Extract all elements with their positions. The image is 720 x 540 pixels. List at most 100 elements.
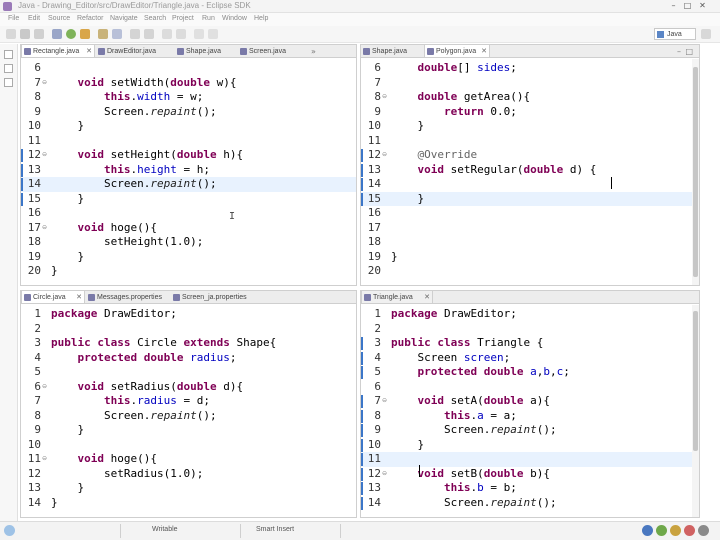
open-type-icon[interactable] bbox=[130, 29, 140, 39]
code-line[interactable]: 6 double[] sides; bbox=[361, 61, 699, 76]
print-icon[interactable] bbox=[34, 29, 44, 39]
code-line[interactable]: 12 ⊖ void setHeight(double h){ bbox=[21, 148, 356, 163]
code-line[interactable]: 11 ⊖ void hoge(){ bbox=[21, 452, 356, 467]
code-line[interactable]: 11 bbox=[21, 134, 356, 149]
code-line[interactable]: 15 } bbox=[21, 192, 356, 207]
code-line[interactable]: 7 ⊖ void setWidth(double w){ bbox=[21, 76, 356, 91]
maximize-pane-button[interactable]: □ bbox=[685, 45, 693, 57]
close-tab-icon[interactable]: ✕ bbox=[481, 45, 487, 57]
menu-refactor[interactable]: Refactor bbox=[77, 15, 103, 22]
close-tab-icon[interactable]: ✕ bbox=[76, 291, 82, 303]
code-line[interactable]: 5 bbox=[21, 365, 356, 380]
fold-toggle-icon[interactable]: ⊖ bbox=[382, 148, 387, 163]
fold-toggle-icon[interactable]: ⊖ bbox=[42, 380, 47, 395]
code-line[interactable]: 3 public class Triangle { bbox=[361, 336, 699, 351]
next-annotation-icon[interactable] bbox=[176, 29, 186, 39]
code-line[interactable]: 13 this.b = b; bbox=[361, 481, 699, 496]
code-area[interactable]: 6 double[] sides; 7 8 ⊖ double getArea(){9 … bbox=[361, 59, 699, 285]
fold-toggle-icon[interactable]: ⊖ bbox=[42, 452, 47, 467]
hierarchy-icon[interactable] bbox=[4, 78, 13, 87]
code-line[interactable]: 13 void setRegular(double d) { bbox=[361, 163, 699, 178]
code-line[interactable]: 14 Screen.repaint(); bbox=[361, 496, 699, 511]
code-editor[interactable]: 1 package DrawEditor; 2 3 public class Circl… bbox=[21, 305, 356, 517]
code-line[interactable]: 12 ⊖ void setB(double b){ bbox=[361, 467, 699, 482]
code-line[interactable]: 1 package DrawEditor; bbox=[361, 307, 699, 322]
code-line[interactable]: 18 setHeight(1.0); bbox=[21, 235, 356, 250]
code-line[interactable]: 4 Screen screen; bbox=[361, 351, 699, 366]
menu-window[interactable]: Window bbox=[222, 15, 247, 22]
editor-tab[interactable]: Polygon.java ✕ bbox=[424, 45, 490, 57]
new-icon[interactable] bbox=[6, 29, 16, 39]
save-icon[interactable] bbox=[20, 29, 30, 39]
menu-edit[interactable]: Edit bbox=[28, 15, 40, 22]
editor-tab[interactable]: Shape.java bbox=[175, 45, 237, 57]
perspective-java-button[interactable]: Java bbox=[654, 28, 696, 40]
code-area[interactable]: 6 7 ⊖ void setWidth(double w){8 this.width… bbox=[21, 59, 356, 285]
tab-overflow-chevron-icon[interactable]: » bbox=[311, 45, 316, 57]
code-line[interactable]: 17 bbox=[361, 221, 699, 236]
code-line[interactable]: 9 Screen.repaint(); bbox=[361, 423, 699, 438]
code-line[interactable]: 9 Screen.repaint(); bbox=[21, 105, 356, 120]
editor-tab[interactable]: Screen.java bbox=[238, 45, 306, 57]
code-line[interactable]: 16 bbox=[21, 206, 356, 221]
fold-toggle-icon[interactable]: ⊖ bbox=[42, 76, 47, 91]
vertical-scrollbar[interactable] bbox=[692, 59, 699, 285]
close-window-button[interactable]: ✕ bbox=[697, 1, 708, 11]
code-area[interactable]: 1 package DrawEditor; 2 3 public class Circl… bbox=[21, 305, 356, 517]
code-line[interactable]: 14 bbox=[361, 177, 699, 192]
code-line[interactable]: 9 return 0.0; bbox=[361, 105, 699, 120]
code-editor[interactable]: 1 package DrawEditor; 2 3 public class Trian… bbox=[361, 305, 699, 517]
menu-search[interactable]: Search bbox=[144, 15, 166, 22]
fast-view-icon[interactable] bbox=[4, 525, 15, 536]
code-line[interactable]: 19} bbox=[361, 250, 699, 265]
prev-annotation-icon[interactable] bbox=[162, 29, 172, 39]
code-line[interactable]: 17 ⊖ void hoge(){ bbox=[21, 221, 356, 236]
code-line[interactable]: 13 } bbox=[21, 481, 356, 496]
code-line[interactable]: 6 bbox=[361, 380, 699, 395]
fold-toggle-icon[interactable]: ⊖ bbox=[382, 394, 387, 409]
code-line[interactable]: 14 Screen.repaint(); bbox=[21, 177, 356, 192]
code-area[interactable]: 1 package DrawEditor; 2 3 public class Trian… bbox=[361, 305, 699, 517]
package-explorer-icon[interactable] bbox=[4, 64, 13, 73]
editor-tab[interactable]: Messages.properties bbox=[86, 291, 170, 303]
code-line[interactable]: 18 bbox=[361, 235, 699, 250]
code-line[interactable]: 8 Screen.repaint(); bbox=[21, 409, 356, 424]
code-line[interactable]: 2 bbox=[21, 322, 356, 337]
code-line[interactable]: 10 } bbox=[361, 438, 699, 453]
fold-toggle-icon[interactable]: ⊖ bbox=[42, 148, 47, 163]
external-tools-icon[interactable] bbox=[80, 29, 90, 39]
fold-toggle-icon[interactable]: ⊖ bbox=[382, 90, 387, 105]
code-line[interactable]: 14} bbox=[21, 496, 356, 511]
scrollbar-thumb[interactable] bbox=[693, 67, 698, 277]
editor-tab[interactable]: Circle.java ✕ bbox=[21, 291, 85, 303]
menu-navigate[interactable]: Navigate bbox=[110, 15, 138, 22]
search-icon[interactable] bbox=[144, 29, 154, 39]
menu-file[interactable]: File bbox=[8, 15, 19, 22]
minimize-pane-button[interactable]: – bbox=[677, 45, 681, 57]
code-line[interactable]: 6 bbox=[21, 61, 356, 76]
vertical-scrollbar[interactable] bbox=[692, 305, 699, 517]
code-line[interactable]: 12 ⊖ @Override bbox=[361, 148, 699, 163]
fold-toggle-icon[interactable]: ⊖ bbox=[42, 221, 47, 236]
menu-run[interactable]: Run bbox=[202, 15, 215, 22]
code-editor[interactable]: 6 double[] sides; 7 8 ⊖ double getArea(){9 … bbox=[361, 59, 699, 285]
debug-icon[interactable] bbox=[52, 29, 62, 39]
code-line[interactable]: 7 this.radius = d; bbox=[21, 394, 356, 409]
code-line[interactable]: 4 protected double radius; bbox=[21, 351, 356, 366]
code-line[interactable]: 10 } bbox=[21, 119, 356, 134]
code-line[interactable]: 9 } bbox=[21, 423, 356, 438]
new-class-icon[interactable] bbox=[112, 29, 122, 39]
code-line[interactable]: 10 } bbox=[361, 119, 699, 134]
code-line[interactable]: 10 bbox=[21, 438, 356, 453]
code-line[interactable]: 13 this.height = h; bbox=[21, 163, 356, 178]
code-line[interactable]: 20} bbox=[21, 264, 356, 279]
code-line[interactable]: 12 setRadius(1.0); bbox=[21, 467, 356, 482]
code-line[interactable]: 6 ⊖ void setRadius(double d){ bbox=[21, 380, 356, 395]
code-line[interactable]: 19 } bbox=[21, 250, 356, 265]
fold-toggle-icon[interactable]: ⊖ bbox=[382, 467, 387, 482]
scrollbar-thumb[interactable] bbox=[693, 311, 698, 451]
editor-tab[interactable]: Triangle.java ✕ bbox=[361, 291, 433, 303]
close-tab-icon[interactable]: ✕ bbox=[424, 291, 430, 303]
minimize-button[interactable]: – bbox=[668, 1, 679, 11]
code-line[interactable]: 2 bbox=[361, 322, 699, 337]
